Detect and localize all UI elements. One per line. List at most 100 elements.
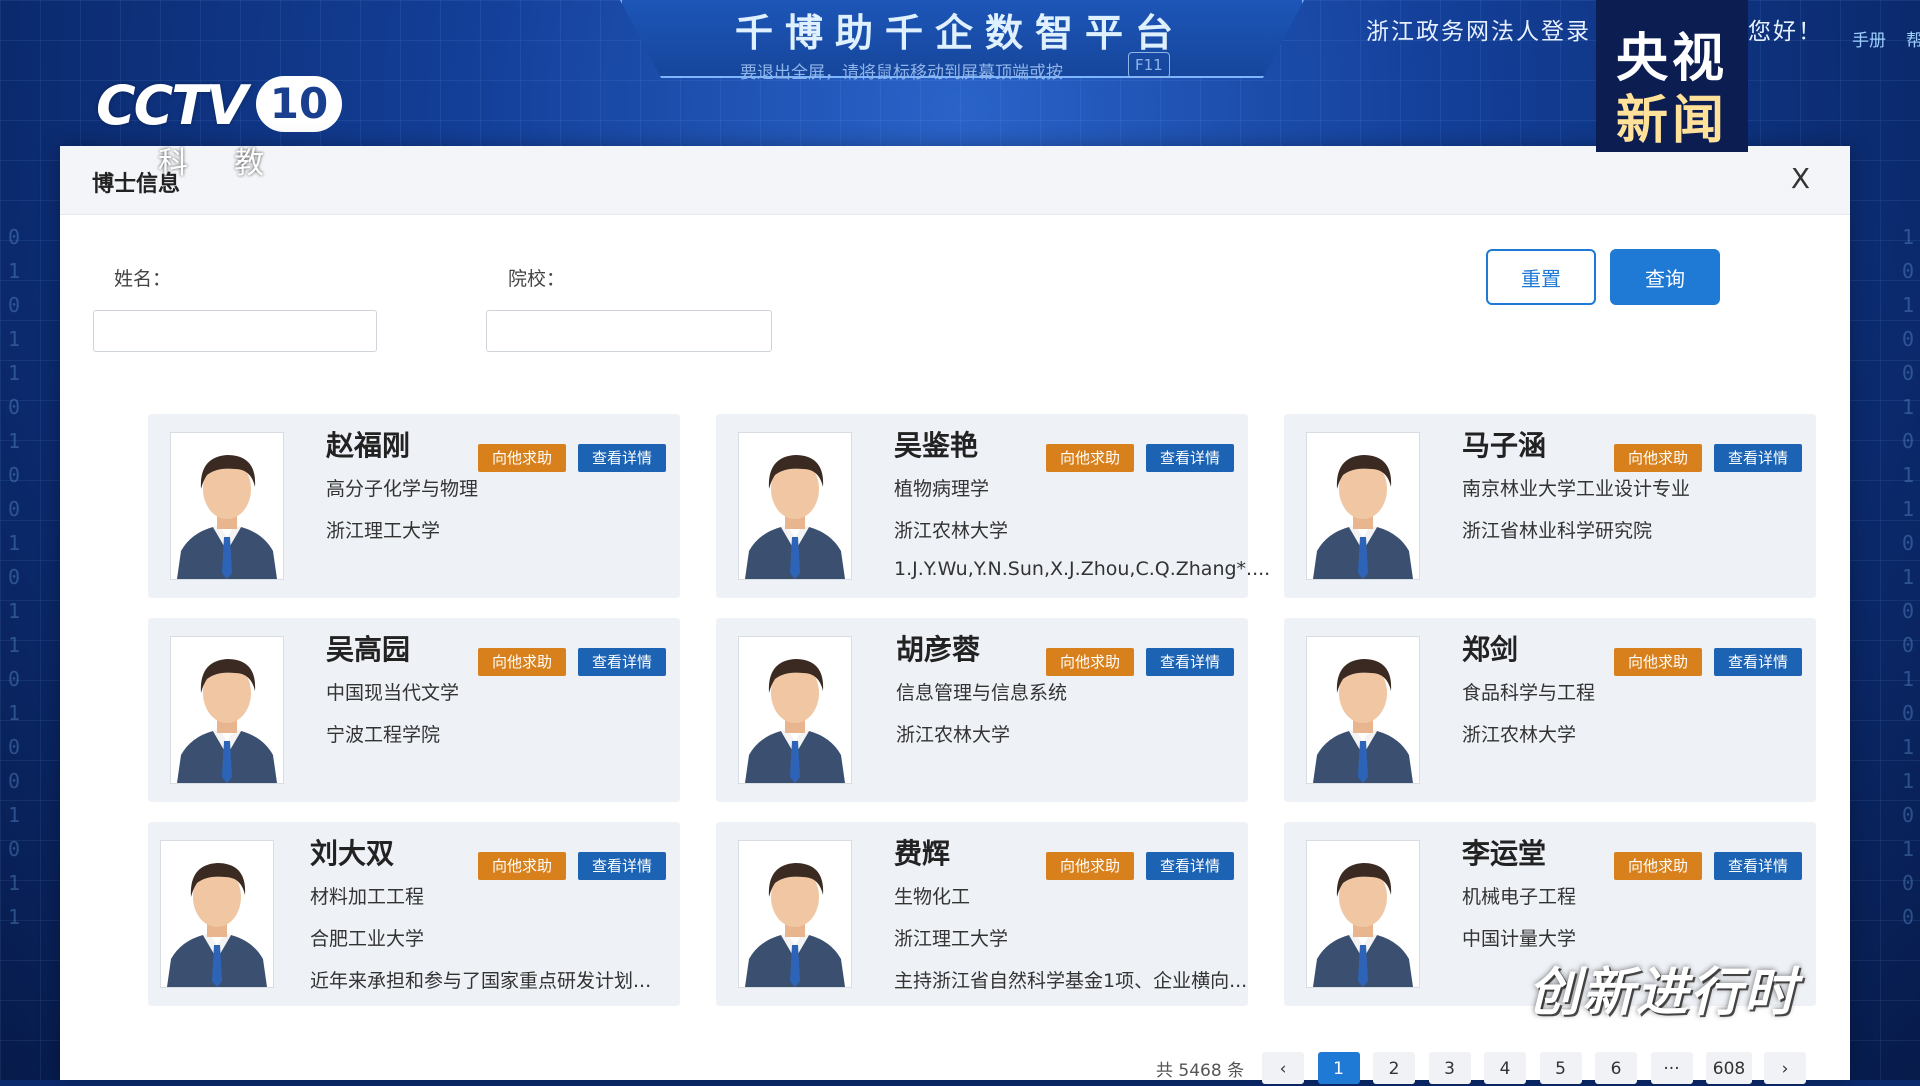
doctor-name: 李运堂 [1462,837,1547,870]
doctor-major: 南京林业大学工业设计专业 [1462,478,1691,500]
page-button-608[interactable]: 608 [1706,1052,1752,1084]
close-button[interactable]: X [1791,162,1810,195]
doctor-info-modal: 博士信息 X 姓名： 院校： 重置 查询 赵福刚 向他求助 查看详情 高分子化学与物理… [60,146,1850,1084]
view-detail-button[interactable]: 查看详情 [1714,444,1802,472]
name-label: 姓名： [114,268,172,290]
fullscreen-hint: 要退出全屏，请将鼠标移动到屏幕顶端或按 [740,63,1063,83]
doctor-summary: 主持浙江省自然科学基金1项、企业横向... [894,970,1248,992]
doctor-card: 费辉 向他求助 查看详情生物化工浙江理工大学主持浙江省自然科学基金1项、企业横向..… [716,822,1248,1006]
doctor-name: 马子涵 [1462,429,1547,462]
modal-header: 博士信息 X [60,146,1850,215]
doctor-institution: 浙江农林大学 [1462,724,1577,746]
doctor-avatar [1306,636,1420,784]
view-detail-button[interactable]: 查看详情 [578,444,666,472]
login-status-text[interactable]: 浙江政务网法人登录 [1366,12,1591,46]
name-input[interactable] [93,310,377,352]
doctor-name: 费辉 [894,837,951,870]
cctv-news-logo: 央视 新闻 [1596,0,1748,152]
f11-key-badge: F11 [1128,52,1170,78]
doctor-major: 食品科学与工程 [1462,682,1596,704]
ask-help-button[interactable]: 向他求助 [1614,444,1702,472]
news-logo-line2: 新闻 [1615,91,1728,151]
avatar-icon [171,637,283,783]
ask-help-button[interactable]: 向他求助 [478,444,566,472]
doctor-avatar [170,636,284,784]
view-detail-button[interactable]: 查看详情 [1146,852,1234,880]
avatar-icon [1307,637,1419,783]
doctor-avatar [170,432,284,580]
background-binary-left: 0 1 0 1 1 0 1 0 0 1 0 1 1 0 1 0 0 1 0 1 … [8,225,21,929]
page-ellipsis[interactable]: ··· [1650,1052,1693,1084]
doctor-summary: 1.J.Y.Wu,Y.N.Sun,X.J.Zhou,C.Q.Zhang*.... [894,558,1271,580]
platform-title: 千博助千企数智平台 [734,11,1185,55]
school-input[interactable] [486,310,772,352]
manual-link[interactable]: 手册 [1852,26,1886,51]
prev-page-button[interactable]: ‹ [1262,1052,1304,1084]
view-detail-button[interactable]: 查看详情 [578,648,666,676]
doctor-institution: 宁波工程学院 [326,724,441,746]
doctor-name: 胡彦蓉 [896,633,981,666]
doctor-avatar [738,840,852,988]
doctor-card: 马子涵 向他求助 查看详情南京林业大学工业设计专业 浙江省林业科学研究院 [1284,414,1816,598]
doctor-avatar [1306,840,1420,988]
doctor-card: 刘大双 向他求助 查看详情材料加工工程 合肥工业大学近年来承担和参与了国家重点研发计划… [148,822,680,1006]
doctor-major: 材料加工工程 [310,886,425,908]
page-button-3[interactable]: 3 [1428,1052,1471,1084]
next-page-button[interactable]: › [1764,1052,1806,1084]
query-button[interactable]: 查询 [1610,249,1720,305]
page-button-4[interactable]: 4 [1484,1052,1526,1084]
greeting-text: 您好！ [1748,19,1823,45]
ask-help-button[interactable]: 向他求助 [1046,648,1134,676]
ask-help-button[interactable]: 向他求助 [1046,444,1134,472]
doctor-avatar [738,432,852,580]
reset-button[interactable]: 重置 [1486,249,1596,305]
doctor-major: 信息管理与信息系统 [896,682,1068,704]
cctv-logo-number: 10 [256,76,342,132]
doctor-summary: 近年来承担和参与了国家重点研发计划... [310,970,652,992]
doctor-card: 郑剑 向他求助 查看详情食品科学与工程 浙江农林大学 [1284,618,1816,802]
doctor-name: 郑剑 [1462,633,1519,666]
cctv-logo-word: CCTV [96,74,248,137]
avatar-icon [739,841,851,987]
doctor-institution: 中国计量大学 [1462,928,1577,950]
view-detail-button[interactable]: 查看详情 [1146,648,1234,676]
page-button-5[interactable]: 5 [1539,1052,1582,1084]
doctor-major: 植物病理学 [894,478,990,500]
avatar-icon [171,433,283,579]
doctor-avatar [1306,432,1420,580]
doctor-card: 吴鉴艳 向他求助 查看详情 植物病理学 浙江农林大学 1.J.Y.Wu,Y.N.Sun,X… [716,414,1270,598]
avatar-icon [161,841,273,987]
page-button-1[interactable]: 1 [1317,1052,1360,1084]
doctor-major: 生物化工 [894,886,971,908]
school-label: 院校： [508,268,566,290]
doctor-name: 刘大双 [310,837,395,870]
cctv-channel-logo: CCTV 10 [96,74,346,138]
ask-help-button[interactable]: 向他求助 [1614,852,1702,880]
doctor-major: 中国现当代文学 [326,682,460,704]
doctor-major: 机械电子工程 [1462,886,1577,908]
view-detail-button[interactable]: 查看详情 [1714,852,1802,880]
doctor-institution: 浙江理工大学 [326,520,441,542]
ask-help-button[interactable]: 向他求助 [478,852,566,880]
doctor-major: 高分子化学与物理 [326,478,479,500]
doctor-institution: 合肥工业大学 [310,928,425,950]
ask-help-button[interactable]: 向他求助 [1614,648,1702,676]
doctor-institution: 浙江省林业科学研究院 [1462,520,1653,542]
page-button-6[interactable]: 6 [1595,1052,1637,1084]
ask-help-button[interactable]: 向他求助 [478,648,566,676]
avatar-icon [739,433,851,579]
view-detail-button[interactable]: 查看详情 [1714,648,1802,676]
doctor-name: 吴高园 [326,633,411,666]
avatar-icon [739,637,851,783]
avatar-icon [1307,433,1419,579]
program-watermark: 创新进行时 [1528,963,1799,1023]
help-link[interactable]: 帮 [1906,26,1920,51]
ask-help-button[interactable]: 向他求助 [1046,852,1134,880]
view-detail-button[interactable]: 查看详情 [578,852,666,880]
avatar-icon [1307,841,1419,987]
doctor-card: 赵福刚 向他求助 查看详情 高分子化学与物理 浙江理工大学 [148,414,680,598]
page-button-2[interactable]: 2 [1373,1052,1415,1084]
doctor-institution: 浙江理工大学 [894,928,1009,950]
view-detail-button[interactable]: 查看详情 [1146,444,1234,472]
doctor-avatar [738,636,852,784]
